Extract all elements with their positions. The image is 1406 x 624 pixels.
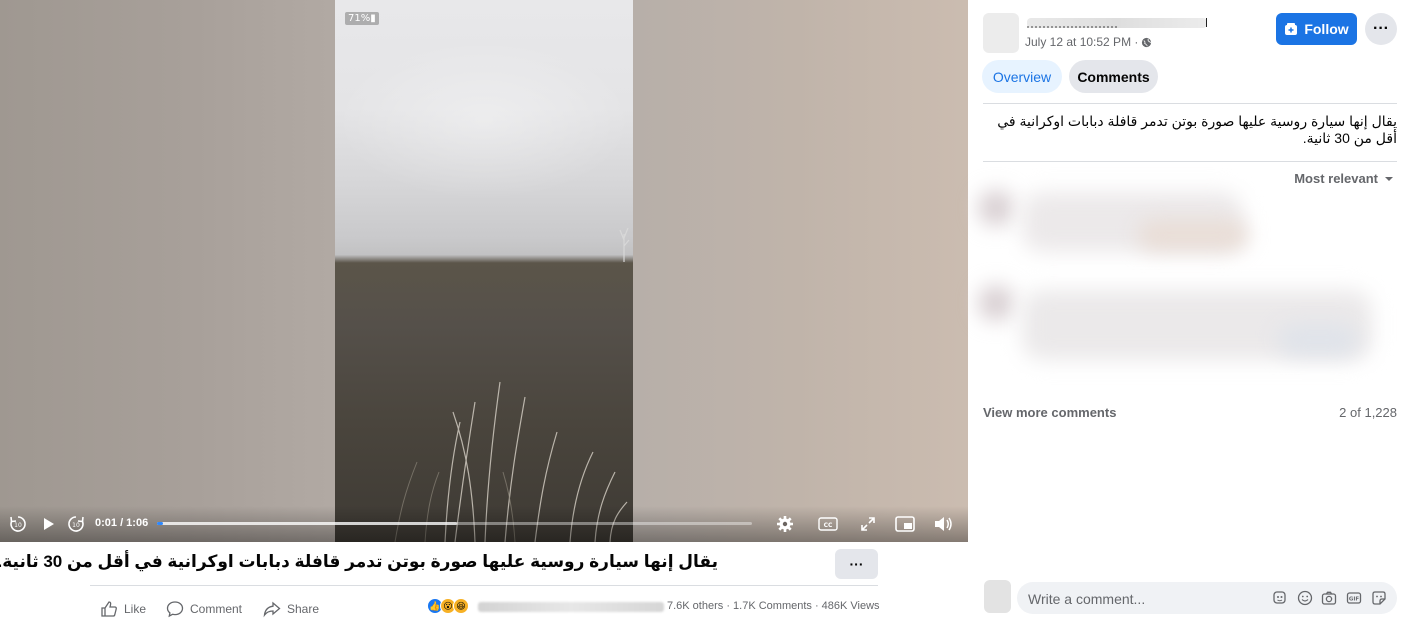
tab-comments[interactable]: Comments — [1069, 60, 1158, 93]
svg-text:10: 10 — [14, 522, 22, 529]
haha-reaction-icon: 😆 — [453, 598, 469, 614]
sticker-icon[interactable] — [1371, 590, 1387, 606]
reaction-icons[interactable]: 👍 😮 😆 — [427, 598, 469, 614]
video-player[interactable]: 71%▮ 10 10 0:01 / 1:06 CC — [0, 0, 968, 542]
reactor-names-redacted — [478, 602, 664, 612]
progress-buffer — [157, 522, 458, 525]
view-more-comments-link[interactable]: View more comments — [983, 405, 1116, 420]
divider — [983, 161, 1397, 162]
time-display: 0:01 / 1:06 — [95, 517, 149, 529]
volume-icon[interactable] — [933, 514, 953, 534]
like-button[interactable]: Like — [100, 600, 146, 618]
post-date-text: July 12 at 10:52 PM · — [1025, 35, 1139, 49]
camera-icon[interactable] — [1321, 590, 1337, 606]
video-frame[interactable]: 71%▮ — [335, 0, 633, 542]
avatar-sticker-icon[interactable] — [1272, 590, 1288, 606]
video-controls: 10 10 0:01 / 1:06 CC — [0, 506, 968, 542]
post-stats[interactable]: 7.6K others · 1.7K Comments · 486K Views — [667, 600, 880, 612]
play-icon[interactable] — [38, 514, 58, 534]
progress-bar[interactable] — [157, 522, 752, 525]
thumbs-up-icon — [101, 601, 117, 617]
follow-page-icon — [1285, 23, 1298, 35]
caret-down-icon — [1385, 176, 1393, 181]
svg-text:CC: CC — [824, 522, 833, 529]
more-options-button[interactable]: ··· — [835, 549, 878, 579]
tab-overview[interactable]: Overview — [982, 60, 1062, 93]
follow-button[interactable]: Follow — [1276, 13, 1357, 45]
settings-gear-icon[interactable] — [775, 514, 795, 534]
user-avatar[interactable] — [984, 580, 1011, 613]
battery-indicator: 71%▮ — [345, 12, 379, 25]
sort-label: Most relevant — [1294, 171, 1378, 186]
comments-redacted — [978, 190, 1388, 390]
comment-input[interactable]: Write a comment... GIF — [1017, 582, 1397, 614]
rewind-10-icon[interactable]: 10 — [8, 514, 28, 534]
sky-haze — [335, 40, 633, 200]
comment-count: 2 of 1,228 — [1339, 405, 1397, 420]
progress-fill — [157, 522, 163, 525]
sidebar-more-button[interactable]: ··· — [1365, 13, 1397, 45]
post-description: يقال إنها سيارة روسية عليها صورة بوتن تد… — [997, 113, 1397, 146]
globe-icon — [1142, 37, 1152, 47]
post-caption-bar: يقال إنها سيارة روسية عليها صورة بوتن تد… — [0, 542, 968, 624]
forward-10-icon[interactable]: 10 — [66, 514, 86, 534]
post-date[interactable]: July 12 at 10:52 PM · — [1025, 35, 1152, 49]
share-arrow-icon — [263, 601, 281, 618]
follow-label: Follow — [1304, 21, 1349, 37]
fullscreen-expand-icon[interactable] — [858, 514, 878, 534]
like-label: Like — [124, 602, 147, 616]
post-sidebar: July 12 at 10:52 PM · Follow ··· Overvie… — [968, 0, 1406, 624]
comment-bubble-icon — [166, 601, 184, 618]
comment-placeholder: Write a comment... — [1028, 591, 1146, 607]
svg-text:10: 10 — [72, 522, 80, 529]
author-avatar[interactable] — [983, 13, 1019, 53]
divider — [90, 585, 878, 586]
share-button[interactable]: Share — [263, 600, 319, 618]
picture-in-picture-icon[interactable] — [895, 514, 915, 534]
author-name-redacted[interactable] — [1027, 18, 1207, 28]
share-label: Share — [287, 602, 320, 616]
svg-text:GIF: GIF — [1349, 597, 1360, 603]
post-title: يقال إنها سيارة روسية عليها صورة بوتن تد… — [0, 552, 718, 571]
comment-button[interactable]: Comment — [166, 600, 242, 618]
comment-label: Comment — [190, 602, 243, 616]
bare-tree — [619, 227, 630, 262]
gif-icon[interactable]: GIF — [1346, 590, 1362, 606]
emoji-icon[interactable] — [1297, 590, 1313, 606]
captions-icon[interactable]: CC — [818, 514, 838, 534]
divider — [983, 103, 1397, 104]
comment-sort-dropdown[interactable]: Most relevant — [1294, 171, 1394, 186]
